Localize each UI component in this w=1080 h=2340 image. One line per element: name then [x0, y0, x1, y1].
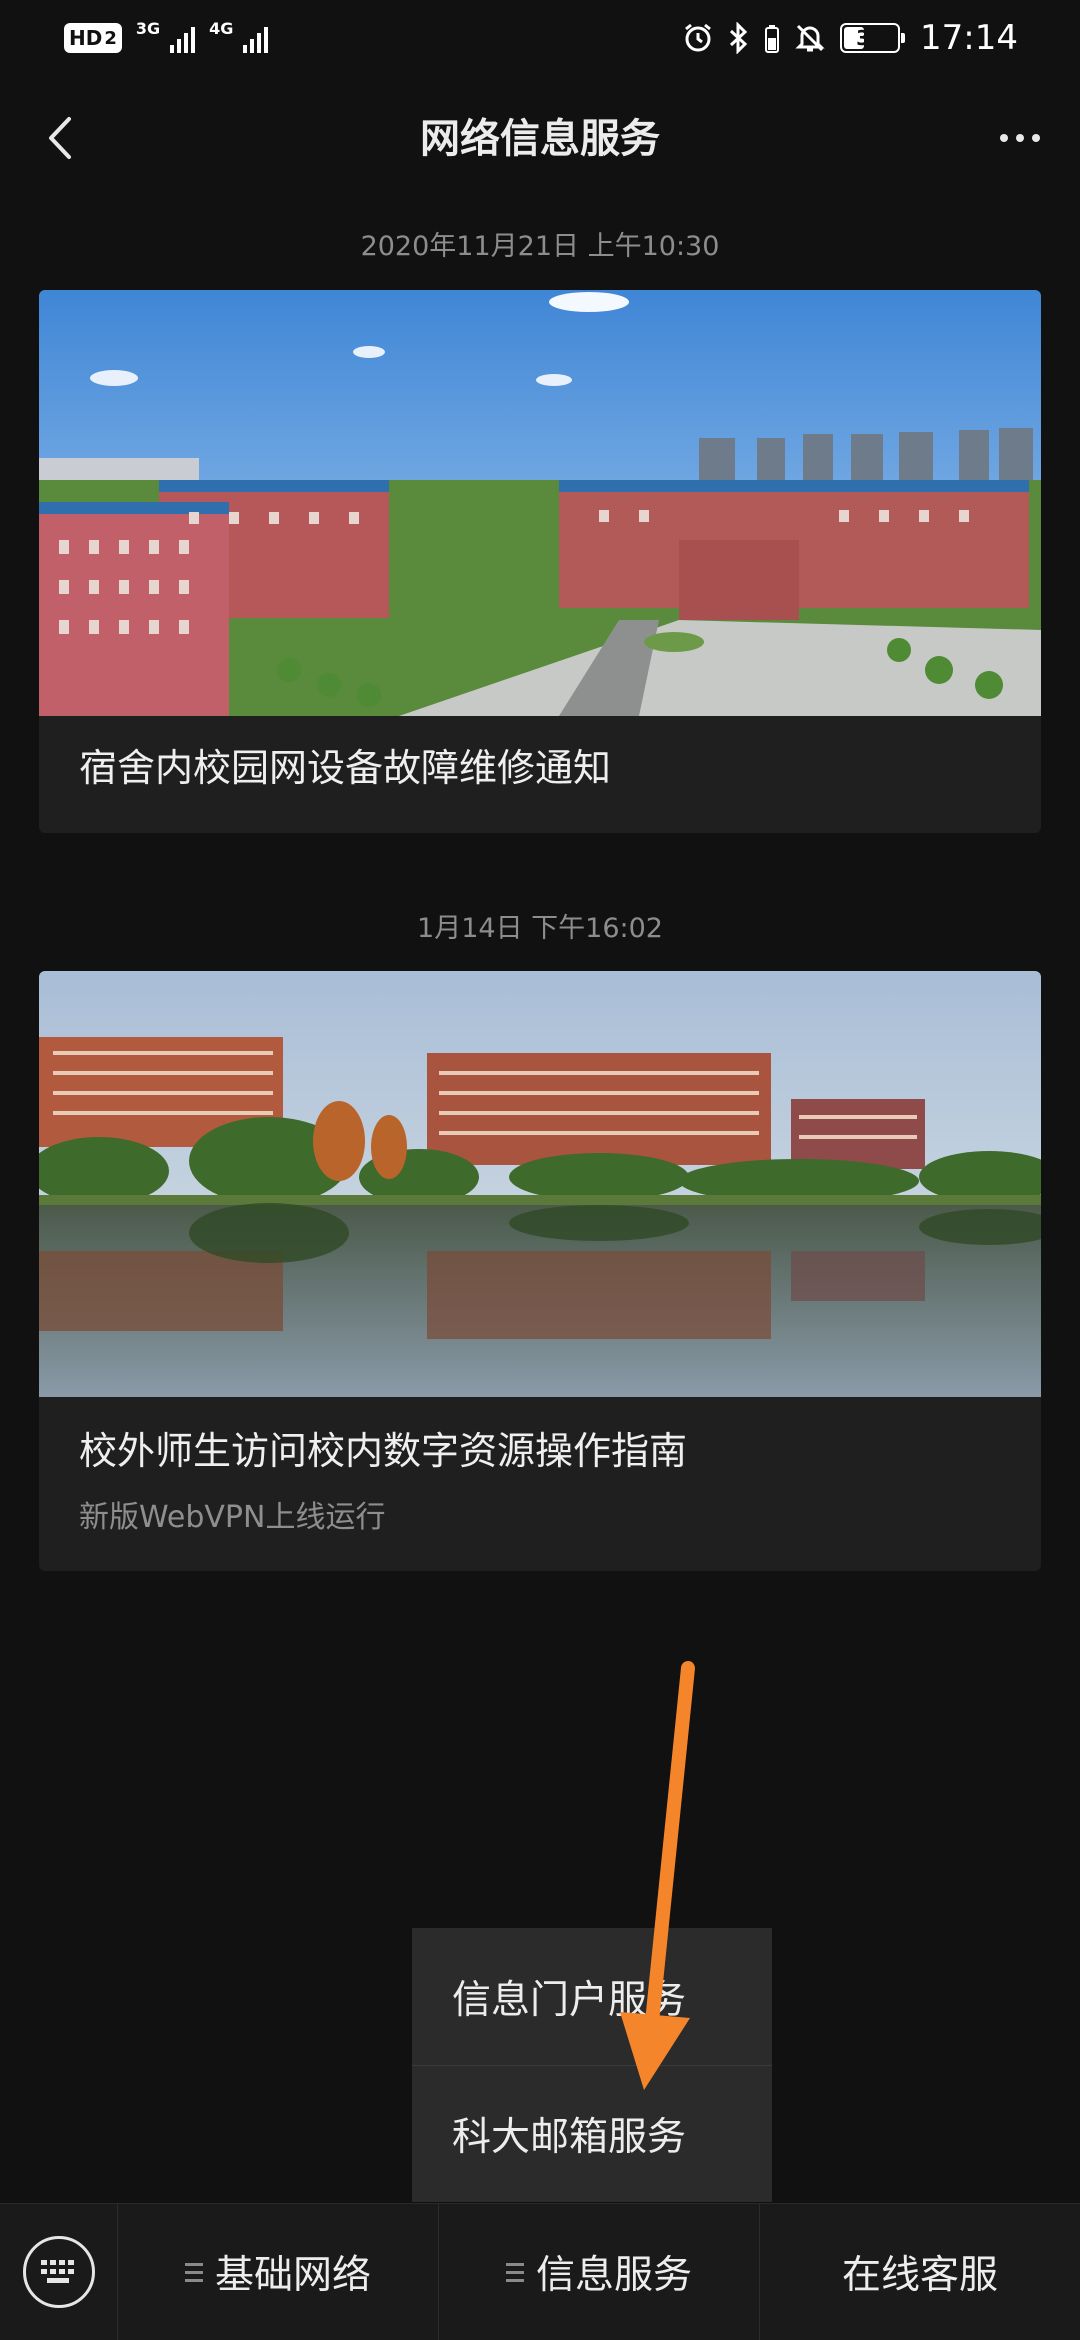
- more-button[interactable]: [990, 108, 1050, 168]
- hd-sub: 2: [104, 27, 117, 49]
- article-card[interactable]: 校外师生访问校内数字资源操作指南 新版WebVPN上线运行: [39, 971, 1041, 1571]
- alarm-icon: [682, 22, 714, 54]
- service-popup-menu: 信息门户服务 科大邮箱服务: [412, 1928, 772, 2202]
- keyboard-toggle-button[interactable]: [0, 2203, 118, 2340]
- popup-item-email[interactable]: 科大邮箱服务: [412, 2065, 772, 2202]
- mute-bell-icon: [794, 22, 826, 54]
- menu-tab-label: 基础网络: [214, 2253, 371, 2298]
- hd-badge: HD 2: [64, 23, 122, 53]
- article-timestamp: 1月14日 下午16:02: [417, 913, 663, 944]
- menu-tab-info-services[interactable]: 信息服务: [438, 2203, 759, 2340]
- bottom-menu-bar: 基础网络 信息服务 在线客服: [0, 2203, 1080, 2340]
- article-timestamp: 2020年11月21日 上午10:30: [360, 231, 720, 262]
- clock: 17:14: [920, 18, 1018, 58]
- screen: HD 2 3G 4G 38 17:14 网络信息服务 2020年11月21日 上…: [0, 0, 1080, 2340]
- battery-small-icon: [764, 22, 780, 54]
- more-dot: [1032, 134, 1040, 142]
- article-cover-image: [39, 290, 1041, 716]
- battery-percent: 38: [856, 26, 884, 50]
- status-right: 38 17:14: [682, 18, 1018, 58]
- net1-label: 3G: [135, 18, 161, 38]
- menu-tab-online-support[interactable]: 在线客服: [759, 2203, 1080, 2340]
- article-title: 宿舍内校园网设备故障维修通知: [79, 746, 612, 790]
- status-left: HD 2 3G 4G: [64, 19, 269, 53]
- keyboard-icon: [22, 2236, 95, 2308]
- battery-indicator: 38: [840, 23, 906, 53]
- menu-tab-label: 信息服务: [535, 2253, 692, 2298]
- title-bar: 网络信息服务: [0, 90, 1080, 180]
- back-arrow-icon: [49, 117, 71, 159]
- menu-tab-basic-network[interactable]: 基础网络: [118, 2204, 438, 2340]
- signal-bars-2-icon: [243, 23, 269, 53]
- page-title: 网络信息服务: [420, 116, 660, 162]
- menu-tab-label: 在线客服: [841, 2253, 998, 2298]
- popup-item-portal[interactable]: 信息门户服务: [412, 1928, 772, 2065]
- article-subtitle: 新版WebVPN上线运行: [79, 1500, 386, 1535]
- hd-label: HD: [69, 26, 103, 50]
- back-button[interactable]: [30, 108, 90, 168]
- menu-lines-icon: [184, 2262, 203, 2282]
- article-cover-image: [39, 971, 1041, 1397]
- more-dot: [1016, 134, 1024, 142]
- net2-label: 4G: [209, 18, 234, 38]
- status-bar: HD 2 3G 4G 38 17:14: [0, 0, 1080, 76]
- article-title: 校外师生访问校内数字资源操作指南: [79, 1429, 688, 1473]
- more-dots-icon: [1000, 134, 1008, 142]
- article-card[interactable]: 宿舍内校园网设备故障维修通知: [39, 290, 1041, 833]
- signal-bars-1-icon: [170, 23, 196, 53]
- menu-lines-icon: [505, 2262, 524, 2282]
- bluetooth-icon: [728, 22, 750, 54]
